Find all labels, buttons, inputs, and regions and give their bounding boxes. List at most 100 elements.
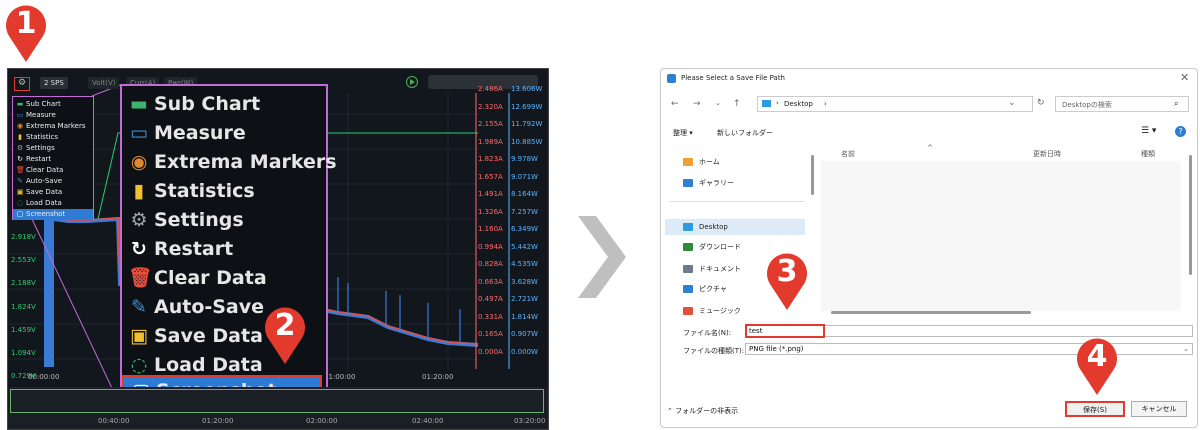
current-axis-tick: 0.165A (478, 330, 503, 338)
small-menu-item[interactable]: ◌ Load Data (13, 198, 93, 209)
small-menu-item[interactable]: ◉ Extrema Markers (13, 121, 93, 132)
small-menu-item[interactable]: ✎ Auto-Save (13, 176, 93, 187)
menu-item-statistics[interactable]: ▮ Statistics (128, 177, 320, 206)
left-axis-tick: 2.918V (11, 233, 36, 241)
screenshot-icon: ▢ (16, 210, 24, 218)
small-menu-item[interactable]: ⚙ Settings (13, 143, 93, 154)
search-input[interactable]: Desktopの検索 ⌕ (1055, 96, 1189, 112)
download-icon (683, 243, 693, 251)
cancel-button[interactable]: キャンセル (1131, 401, 1187, 417)
power-axis-tick: 3.628W (511, 277, 538, 286)
statistics-icon: ▮ (133, 180, 145, 202)
small-menu-item[interactable]: ▢ Screenshot (13, 209, 93, 220)
restart-icon: ↻ (131, 238, 147, 260)
new-folder-button[interactable]: 新しいフォルダー (717, 128, 773, 138)
current-axis-tick: 2.155A (478, 120, 503, 128)
column-name[interactable]: 名前 (841, 149, 855, 159)
current-axis-tick: 1.491A (478, 190, 503, 198)
address-text: Desktop (784, 100, 813, 108)
save-button[interactable]: 保存(S) (1065, 401, 1125, 417)
chevron-up-icon: ⌃ (667, 407, 676, 415)
menu-item-extrema-markers[interactable]: ◉ Extrema Markers (128, 148, 337, 177)
timeline-tick: 03:20:00 (514, 417, 546, 425)
small-menu-item[interactable]: ↻ Restart (13, 154, 93, 165)
current-axis-tick: 2.320A (478, 102, 503, 111)
pictures-icon (683, 285, 693, 293)
menu-item-measure[interactable]: ▭ Measure (128, 119, 320, 148)
small-menu-item[interactable]: ▬ Sub Chart (13, 99, 93, 110)
left-axis-tick: 1.094V (11, 349, 36, 357)
small-menu-item[interactable]: ▭ Measure (13, 110, 93, 121)
left-axis-tick: 2.188V (11, 279, 36, 288)
column-type[interactable]: 種類 (1141, 149, 1155, 159)
small-menu-item[interactable]: 🗑Clear Data (13, 165, 93, 176)
save-data-icon: ▣ (16, 188, 24, 196)
timeline-range-box[interactable] (10, 389, 544, 413)
forward-icon[interactable]: → (693, 99, 701, 109)
menu-item-sub-chart[interactable]: ▬ Sub Chart (128, 90, 320, 119)
desktop-icon (762, 100, 771, 107)
address-bar[interactable]: › Desktop › ⌄ (757, 96, 1033, 112)
dialog-title: Please Select a Save File Path (681, 74, 785, 82)
address-dropdown-icon[interactable]: ⌄ (1008, 98, 1016, 108)
help-icon[interactable]: ? (1175, 126, 1186, 137)
settings-menu-small: ▬ Sub Chart ▭ Measure ◉ Extrema Markers ▮ Stati… (12, 96, 94, 220)
small-menu-label: Screenshot (26, 210, 66, 218)
current-axis-tick: 0.828A (478, 260, 503, 268)
nav-item-home[interactable]: ホーム (665, 154, 805, 170)
dialog-app-icon (667, 74, 676, 83)
small-menu-label: Measure (26, 111, 56, 119)
current-axis-tick: 1.657A (478, 172, 503, 181)
sps-select[interactable]: 2 SPS (40, 77, 68, 89)
menu-item-label: Extrema Markers (154, 151, 337, 173)
menu-item-label: Restart (154, 238, 234, 260)
play-icon[interactable] (406, 76, 418, 88)
timeline-tick: 02:40:00 (412, 417, 444, 425)
close-icon[interactable]: ✕ (1180, 71, 1189, 84)
file-list-hscroll[interactable] (831, 311, 1031, 314)
menu-item-settings[interactable]: ⚙ Settings (128, 206, 320, 235)
x-axis-tick: 01:00:00 (324, 373, 356, 381)
view-options-icon[interactable]: ☰ ▾ (1141, 126, 1156, 136)
small-menu-label: Save Data (26, 188, 63, 196)
nav-item-desktop[interactable]: Desktop (665, 219, 805, 235)
menu-item-label: Load Data (154, 354, 263, 376)
recent-icon[interactable]: ⌄ (715, 99, 721, 107)
organize-button[interactable]: 整理 ▾ (673, 128, 693, 138)
filename-highlight (745, 324, 825, 338)
refresh-icon[interactable]: ↻ (1037, 98, 1045, 108)
small-menu-label: Extrema Markers (26, 122, 86, 130)
nav-item-label: Desktop (699, 223, 728, 231)
menu-item-label: Auto-Save (154, 296, 265, 318)
back-icon[interactable]: ← (671, 99, 679, 109)
power-axis-tick: 0.000W (511, 347, 538, 356)
small-menu-item[interactable]: ▮ Statistics (13, 132, 93, 143)
up-icon[interactable]: ↑ (733, 99, 741, 109)
nav-item-label: ホーム (699, 158, 720, 166)
small-menu-item[interactable]: ▣ Save Data (13, 187, 93, 198)
timeline-navigator[interactable]: 00:40:00 01:20:00 02:00:00 02:40:00 03:20:00 (8, 387, 548, 429)
file-list[interactable] (821, 161, 1181, 311)
gear-icon[interactable]: ⚙ (14, 77, 30, 91)
step-marker-1: 1 (3, 2, 49, 62)
hide-folders-label: フォルダーの非表示 (675, 407, 739, 415)
menu-item-label: Clear Data (154, 267, 267, 289)
statistics-icon: ▮ (18, 133, 22, 141)
load-data-icon: ◌ (16, 199, 24, 207)
nav-item-label: ダウンロード (699, 243, 741, 251)
file-list-vscroll[interactable] (1189, 155, 1192, 275)
voltage-toggle[interactable]: Volt(V) (88, 77, 120, 89)
menu-item-restart[interactable]: ↻ Restart (128, 235, 320, 264)
nav-scrollbar[interactable] (811, 155, 814, 195)
power-axis-tick: 1.814W (511, 312, 538, 321)
hide-folders-toggle[interactable]: ⌃ フォルダーの非表示 (667, 406, 738, 416)
power-series-block (44, 219, 54, 367)
filetype-select[interactable]: PNG file (*.png) ⌄ (745, 343, 1193, 355)
column-modified[interactable]: 更新日時 (1033, 149, 1061, 159)
power-axis-tick: 2.721W (511, 295, 538, 303)
menu-item-clear-data[interactable]: 🗑Clear Data (128, 264, 320, 293)
power-axis-tick: 13.606W (511, 85, 543, 93)
clear-data-icon: 🗑 (16, 166, 25, 174)
power-monitor-app: ⚙ 2 SPS Volt(V) Curr(A) Pwr(W) 2.918V 2.5… (7, 68, 549, 430)
nav-item-gallery[interactable]: ギャラリー (665, 175, 805, 191)
